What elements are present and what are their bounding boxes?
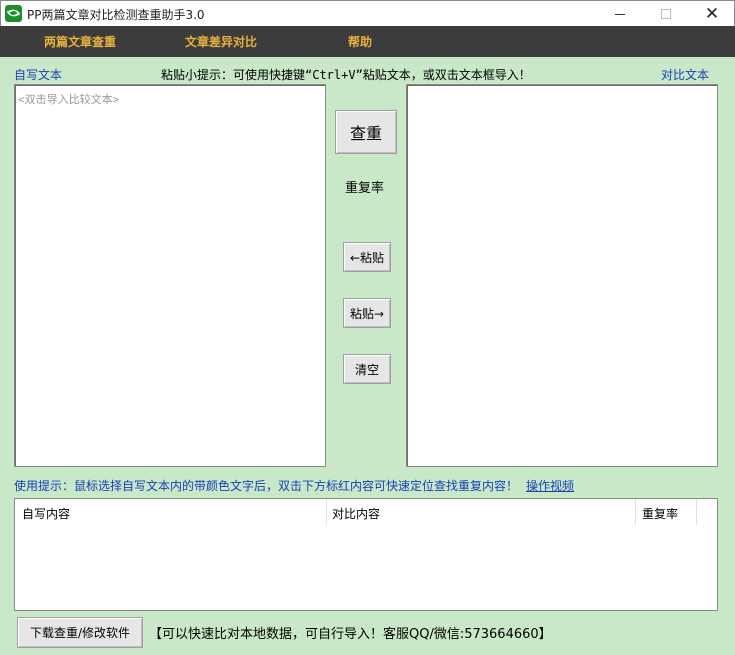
column-header-duplicate-rate[interactable]: 重复率 [636, 499, 697, 525]
paste-hint: 粘贴小提示：可使用快捷键“Ctrl+V”粘贴文本，或双击文本框导入！ [161, 68, 531, 82]
minimize-icon [615, 13, 625, 15]
results-table[interactable]: 自写内容 对比内容 重复率 [14, 498, 718, 611]
own-text-input[interactable]: <双击导入比较文本> [14, 84, 326, 467]
duplicate-rate-label: 重复率 [345, 181, 385, 196]
menu-item-article-diff[interactable]: 文章差异对比 [185, 33, 257, 50]
close-button[interactable]: ✕ [689, 1, 735, 27]
download-software-button[interactable]: 下载查重/修改软件 [17, 617, 143, 648]
close-icon: ✕ [704, 3, 720, 24]
menu-item-help[interactable]: 帮助 [348, 33, 372, 50]
check-duplicate-button[interactable]: 查重 [335, 110, 397, 154]
app-logo-icon [5, 5, 22, 22]
title-bar: PP两篇文章对比检测查重助手3.0 ✕ [0, 0, 735, 26]
right-text-label: 对比文本 [661, 68, 710, 82]
compare-text-input[interactable] [406, 84, 718, 467]
paste-left-button[interactable]: ←粘贴 [343, 242, 391, 272]
maximize-icon [661, 9, 671, 19]
tutorial-video-link[interactable]: 操作视频 [526, 477, 574, 494]
maximize-button[interactable] [643, 1, 689, 27]
clear-button[interactable]: 清空 [343, 354, 391, 384]
own-text-placeholder: <双击导入比较文本> [18, 93, 120, 106]
paste-right-button[interactable]: 粘贴→ [343, 298, 391, 328]
column-header-own-content[interactable]: 自写内容 [15, 499, 327, 525]
window-title: PP两篇文章对比检测查重助手3.0 [27, 8, 205, 22]
footer-contact-text: 【可以快速比对本地数据，可自行导入！客服QQ/微信:573664660】 [149, 627, 552, 642]
minimize-button[interactable] [597, 1, 643, 27]
usage-hint: 使用提示：鼠标选择自写文本内的带颜色文字后，双击下方标红内容可快速定位查找重复内… [14, 479, 519, 493]
left-text-label: 自写文本 [14, 68, 63, 82]
menu-item-compare-two-articles[interactable]: 两篇文章查重 [44, 33, 116, 50]
column-header-compare-content[interactable]: 对比内容 [327, 499, 636, 525]
menu-bar: 两篇文章查重 文章差异对比 帮助 [0, 26, 735, 57]
